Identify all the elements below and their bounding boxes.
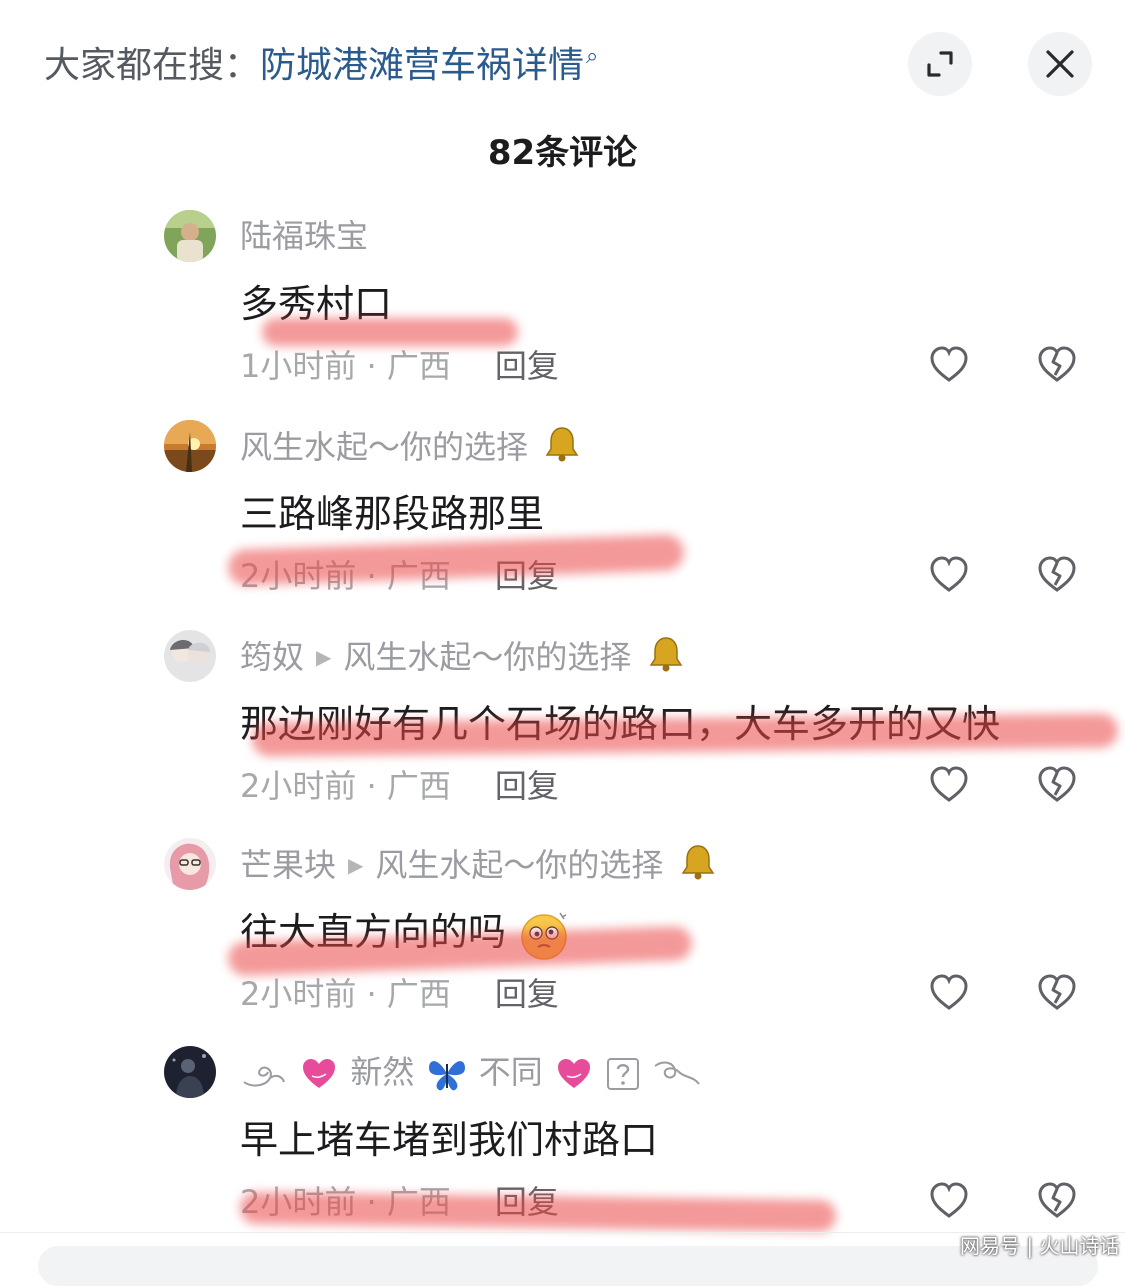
comment-item: 陆福珠宝 多秀村口 1小时前 · 广西 回复 [0, 210, 1125, 420]
bottom-divider [0, 1232, 1125, 1233]
like-heart-icon[interactable] [928, 344, 970, 386]
comment-text: 早上堵车堵到我们村路口 [240, 1118, 659, 1162]
comment-text: 多秀村口 [240, 282, 393, 326]
reply-button[interactable]: 回复 [495, 767, 559, 805]
username[interactable]: 芒果块 ▶ 风生水起～你的选择 [240, 842, 718, 891]
trending-label: 大家都在搜： [44, 45, 261, 86]
dislike-broken-heart-icon[interactable] [1036, 764, 1078, 806]
comment-input-bar[interactable] [38, 1246, 1098, 1286]
comment-meta: 2小时前 · 广西 回复 [240, 1180, 559, 1224]
like-heart-icon[interactable] [928, 764, 970, 806]
avatar[interactable] [164, 210, 216, 262]
comment-time-location: 2小时前 · 广西 [240, 1183, 451, 1221]
username[interactable]: 筠奴 ▶ 风生水起～你的选择 [240, 634, 686, 683]
comment-meta: 1小时前 · 广西 回复 [240, 344, 559, 388]
comment-item: 新然 不同 早上堵车堵到我们村路口 2小时前 · 广西 回复 [0, 1046, 1125, 1256]
reply-arrow-icon: ▶ [348, 853, 364, 877]
username[interactable]: 陆福珠宝 [240, 214, 368, 258]
username-text: 风生水起～你的选择 [240, 428, 529, 466]
like-heart-icon[interactable] [928, 554, 970, 596]
unknown-glyph-icon [607, 1058, 640, 1090]
reply-button[interactable]: 回复 [495, 1183, 559, 1221]
trending-term-link[interactable]: 防城港滩营车祸详情 [260, 45, 584, 86]
like-heart-icon[interactable] [928, 972, 970, 1014]
username[interactable]: 新然 不同 [240, 1050, 703, 1094]
comment-item: 芒果块 ▶ 风生水起～你的选择 往大直方向的吗 2小时前 · 广西 回复 [0, 838, 1125, 1048]
trending-search[interactable]: 大家都在搜：防城港滩营车祸详情⌕ [44, 38, 598, 99]
comment-item: 筠奴 ▶ 风生水起～你的选择 那边刚好有几个石场的路口，大车多开的又快 2小时前 ·… [0, 630, 1125, 840]
dislike-broken-heart-icon[interactable] [1036, 344, 1078, 386]
username-text-part-1: 新然 [350, 1053, 415, 1091]
comment-time-location: 2小时前 · 广西 [240, 557, 451, 595]
comment-text: 往大直方向的吗 [240, 906, 570, 961]
close-button[interactable] [1028, 32, 1092, 96]
sparkling-heart-icon [557, 1059, 590, 1088]
comment-time-location: 1小时前 · 广西 [240, 347, 451, 385]
sparkling-heart-icon [303, 1059, 336, 1088]
like-heart-icon[interactable] [928, 1180, 970, 1222]
comment-text-content: 往大直方向的吗 [240, 910, 507, 954]
avatar[interactable] [164, 420, 216, 472]
reply-button[interactable]: 回复 [495, 347, 559, 385]
search-icon: ⌕ [586, 44, 599, 69]
comment-meta: 2小时前 · 广西 回复 [240, 554, 559, 598]
username[interactable]: 风生水起～你的选择 [240, 424, 582, 469]
comment-time-location: 2小时前 · 广西 [240, 767, 451, 805]
username-text-part-2: 不同 [478, 1053, 543, 1091]
avatar[interactable] [164, 630, 216, 682]
bell-icon [649, 637, 682, 672]
username-text: 芒果块 [240, 846, 337, 884]
avatar[interactable] [164, 1046, 216, 1098]
swirl-ornament-icon [243, 1066, 285, 1087]
bell-icon [545, 427, 579, 462]
reply-button[interactable]: 回复 [495, 557, 559, 595]
swirl-ornament-icon [654, 1061, 701, 1085]
reply-to-username[interactable]: 风生水起～你的选择 [375, 846, 663, 884]
dislike-broken-heart-icon[interactable] [1036, 554, 1078, 596]
comment-item: 风生水起～你的选择 三路峰那段路那里 2小时前 · 广西 回复 [0, 420, 1125, 630]
comment-count-title: 82条评论 [487, 133, 638, 173]
username-text: 筠奴 [240, 638, 305, 676]
dizzy-face-emoji-icon [521, 912, 567, 960]
comment-meta: 2小时前 · 广西 回复 [240, 972, 559, 1016]
reply-arrow-icon: ▶ [316, 645, 332, 669]
watermark: 网易号 | 火山诗话 [960, 1234, 1120, 1258]
reply-to-username[interactable]: 风生水起～你的选择 [343, 638, 631, 676]
dislike-broken-heart-icon[interactable] [1036, 1180, 1078, 1222]
comment-meta: 2小时前 · 广西 回复 [240, 764, 559, 808]
butterfly-icon [428, 1061, 465, 1091]
top-bar: 大家都在搜：防城港滩营车祸详情⌕ [0, 0, 1125, 130]
avatar[interactable] [164, 838, 216, 890]
dislike-broken-heart-icon[interactable] [1036, 972, 1078, 1014]
comment-text: 那边刚好有几个石场的路口，大车多开的又快 [240, 702, 1001, 746]
comment-text: 三路峰那段路那里 [240, 492, 545, 536]
expand-button[interactable] [908, 32, 972, 96]
comment-time-location: 2小时前 · 广西 [240, 975, 451, 1013]
bell-icon [681, 845, 714, 880]
close-icon [1046, 50, 1074, 78]
reply-button[interactable]: 回复 [495, 975, 559, 1013]
expand-icon [927, 51, 953, 77]
